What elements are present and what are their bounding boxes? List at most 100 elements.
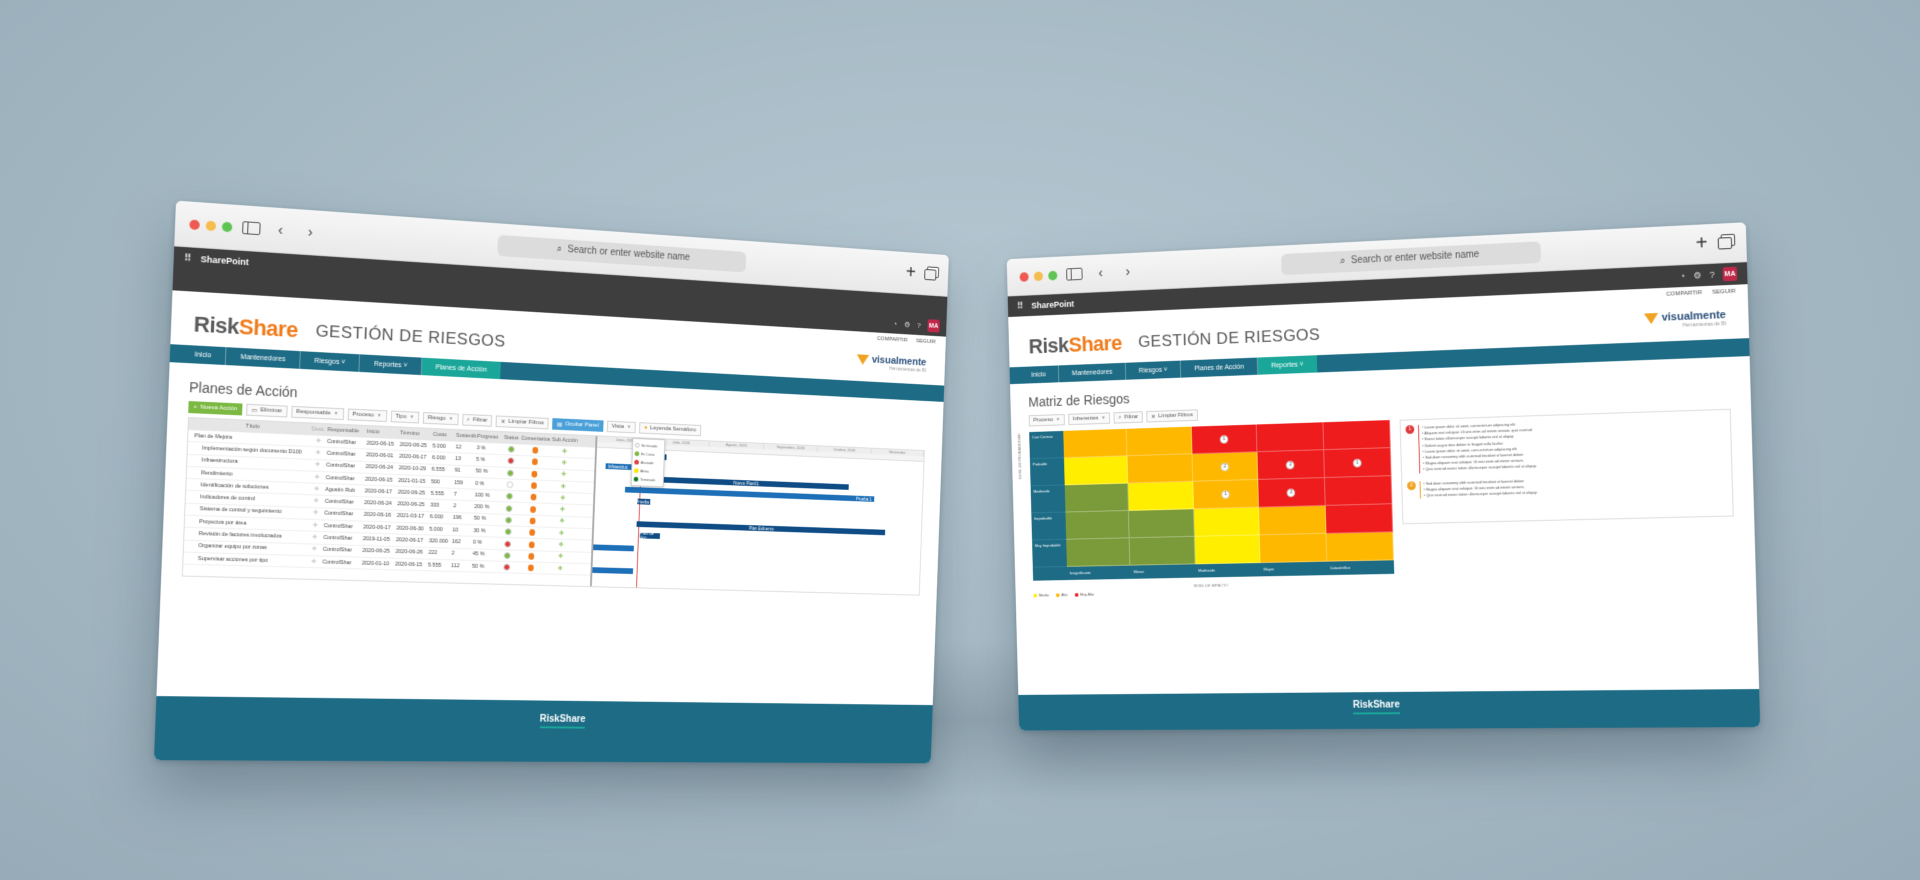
bell-icon[interactable]: ◔ bbox=[893, 319, 897, 327]
add-sub-action-icon[interactable]: ✢ bbox=[548, 507, 576, 514]
sharepoint-title[interactable]: SharePoint bbox=[201, 254, 250, 267]
matrix-cell[interactable] bbox=[1195, 535, 1261, 564]
matrix-cell[interactable] bbox=[1065, 511, 1130, 540]
gantt-bar[interactable] bbox=[593, 544, 634, 551]
row-title[interactable]: Identificación de soluciones bbox=[186, 482, 307, 492]
matrix-cell[interactable] bbox=[1128, 454, 1193, 483]
nav-inicio[interactable]: Inicio bbox=[1018, 365, 1059, 383]
delete-button[interactable]: ▭ Eliminar bbox=[246, 404, 287, 418]
close-window-button[interactable] bbox=[1020, 272, 1029, 282]
minimize-window-button[interactable] bbox=[1034, 271, 1043, 281]
comments-icon[interactable] bbox=[532, 447, 538, 454]
add-sub-action-icon[interactable]: ✢ bbox=[548, 519, 576, 526]
row-title[interactable]: Infraestructura bbox=[187, 457, 308, 468]
add-description-icon[interactable]: ✛ bbox=[309, 438, 327, 445]
comments-icon[interactable] bbox=[530, 506, 536, 513]
risk-pin[interactable]: 2 bbox=[1286, 460, 1295, 469]
matrix-cell[interactable] bbox=[1063, 429, 1127, 458]
column-desc[interactable]: Desc. bbox=[310, 426, 328, 433]
back-arrow-icon[interactable]: ‹ bbox=[1091, 264, 1110, 281]
column-responsable[interactable]: Responsable bbox=[327, 427, 367, 435]
row-title[interactable]: Implementación según documento D100 bbox=[188, 445, 309, 456]
share-button[interactable]: COMPARTIR bbox=[1666, 290, 1702, 298]
row-title[interactable]: Sistema de control y seguimiento bbox=[185, 506, 306, 516]
comments-icon[interactable] bbox=[531, 470, 537, 477]
add-sub-action-icon[interactable]: ✢ bbox=[546, 566, 574, 573]
riskshare-logo[interactable]: RiskShare bbox=[1028, 331, 1122, 359]
help-icon[interactable]: ? bbox=[1709, 270, 1714, 280]
follow-button[interactable]: SEGUIR bbox=[1712, 289, 1736, 296]
matrix-cell[interactable] bbox=[1325, 504, 1393, 534]
matrix-cell[interactable]: 2 bbox=[1258, 478, 1325, 508]
matrix-cell[interactable]: 2 bbox=[1258, 450, 1325, 480]
matrix-cell[interactable]: 1 bbox=[1192, 424, 1258, 454]
matrix-cell[interactable] bbox=[1064, 456, 1128, 485]
gear-icon[interactable]: ⚙ bbox=[904, 320, 910, 329]
matrix-cell[interactable] bbox=[1260, 534, 1327, 563]
new-tab-plus-icon[interactable]: + bbox=[1695, 232, 1707, 255]
add-sub-action-icon[interactable]: ✢ bbox=[547, 542, 575, 549]
matrix-cell[interactable] bbox=[1325, 476, 1393, 506]
riskshare-logo[interactable]: RiskShare bbox=[193, 312, 298, 344]
forward-arrow-icon[interactable]: › bbox=[1119, 263, 1138, 280]
comments-icon[interactable] bbox=[530, 517, 536, 524]
add-sub-action-icon[interactable]: ✢ bbox=[546, 554, 574, 561]
nav-mantenedores[interactable]: Mantenedores bbox=[226, 347, 301, 369]
matrix-cell[interactable] bbox=[1326, 532, 1394, 561]
comments-icon[interactable] bbox=[532, 459, 538, 466]
column-inicio[interactable]: Inicio bbox=[367, 429, 400, 436]
gear-icon[interactable]: ⚙ bbox=[1693, 270, 1701, 281]
risk-pin[interactable]: 1 bbox=[1221, 490, 1230, 499]
row-title[interactable]: Revisión de factores involucrados bbox=[184, 531, 305, 541]
app-launcher-icon[interactable]: ⠿ bbox=[184, 253, 191, 264]
risk-pin[interactable]: 1 bbox=[1353, 458, 1362, 467]
help-icon[interactable]: ? bbox=[917, 321, 921, 329]
matrix-cell[interactable]: 2 bbox=[1192, 452, 1258, 482]
add-description-icon[interactable]: ✛ bbox=[308, 462, 326, 469]
sharepoint-title[interactable]: SharePoint bbox=[1031, 299, 1074, 310]
risk-pin[interactable]: 2 bbox=[1287, 488, 1296, 497]
column-sostenib[interactable]: Sostenib bbox=[456, 433, 477, 440]
matrix-cell[interactable] bbox=[1066, 538, 1131, 567]
add-description-icon[interactable]: ✛ bbox=[304, 559, 322, 565]
address-bar[interactable]: ⌕ Search or enter website name bbox=[1281, 241, 1541, 275]
matrix-cell[interactable] bbox=[1128, 482, 1193, 511]
row-title[interactable]: Organizar equipo por zonas bbox=[184, 543, 305, 553]
risk-pin[interactable]: 2 bbox=[1220, 462, 1229, 471]
comments-icon[interactable] bbox=[529, 529, 535, 536]
add-description-icon[interactable]: ✛ bbox=[307, 486, 325, 493]
matrix-cell[interactable] bbox=[1323, 420, 1391, 450]
column-costo[interactable]: Costo bbox=[433, 432, 456, 439]
address-bar[interactable]: ⌕ Search or enter website name bbox=[497, 234, 746, 272]
gantt-bar[interactable] bbox=[592, 567, 633, 574]
add-sub-action-icon[interactable]: ✢ bbox=[549, 472, 577, 479]
maximize-window-button[interactable] bbox=[222, 221, 233, 232]
bell-icon[interactable]: ◔ bbox=[1680, 271, 1686, 281]
tab-overview-icon[interactable] bbox=[1718, 236, 1733, 249]
user-avatar[interactable]: MA bbox=[927, 319, 939, 332]
row-title[interactable]: Supervisar acciones por tipo bbox=[183, 555, 304, 564]
matrix-cell[interactable]: 1 bbox=[1324, 448, 1392, 478]
column-comentarios[interactable]: Comentarios bbox=[521, 436, 551, 443]
add-description-icon[interactable]: ✛ bbox=[305, 547, 323, 553]
matrix-cell[interactable] bbox=[1257, 422, 1324, 452]
toggle-gantt-button[interactable]: ▤ Ocultar Panel bbox=[552, 418, 604, 432]
gantt-bar[interactable]: Prueba bbox=[637, 499, 650, 505]
add-description-icon[interactable]: ✛ bbox=[307, 498, 325, 505]
follow-button[interactable]: SEGUIR bbox=[916, 339, 936, 346]
add-sub-action-icon[interactable]: ✢ bbox=[550, 448, 578, 455]
matrix-cell[interactable] bbox=[1065, 484, 1130, 513]
column-sub-accion[interactable]: Sub Acción bbox=[551, 437, 579, 444]
sidebar-toggle-icon[interactable] bbox=[1066, 268, 1083, 281]
nav-riesgos[interactable]: Riesgos ˅ bbox=[1126, 361, 1182, 380]
clear-filters-button[interactable]: ✕ Limpiar Filtros bbox=[496, 415, 549, 429]
matrix-cell[interactable] bbox=[1259, 506, 1326, 535]
tab-overview-icon[interactable] bbox=[924, 268, 936, 280]
app-launcher-icon[interactable]: ⠿ bbox=[1017, 301, 1023, 312]
back-arrow-icon[interactable]: ‹ bbox=[270, 221, 291, 239]
add-sub-action-icon[interactable]: ✢ bbox=[549, 483, 577, 490]
gantt-bar[interactable]: Infraestruc bbox=[605, 463, 633, 470]
new-action-button[interactable]: + Nueva Acción bbox=[188, 401, 243, 415]
gantt-bar[interactable]: Plan de Acc bbox=[640, 533, 660, 539]
column-progreso[interactable]: Progreso bbox=[477, 434, 502, 441]
